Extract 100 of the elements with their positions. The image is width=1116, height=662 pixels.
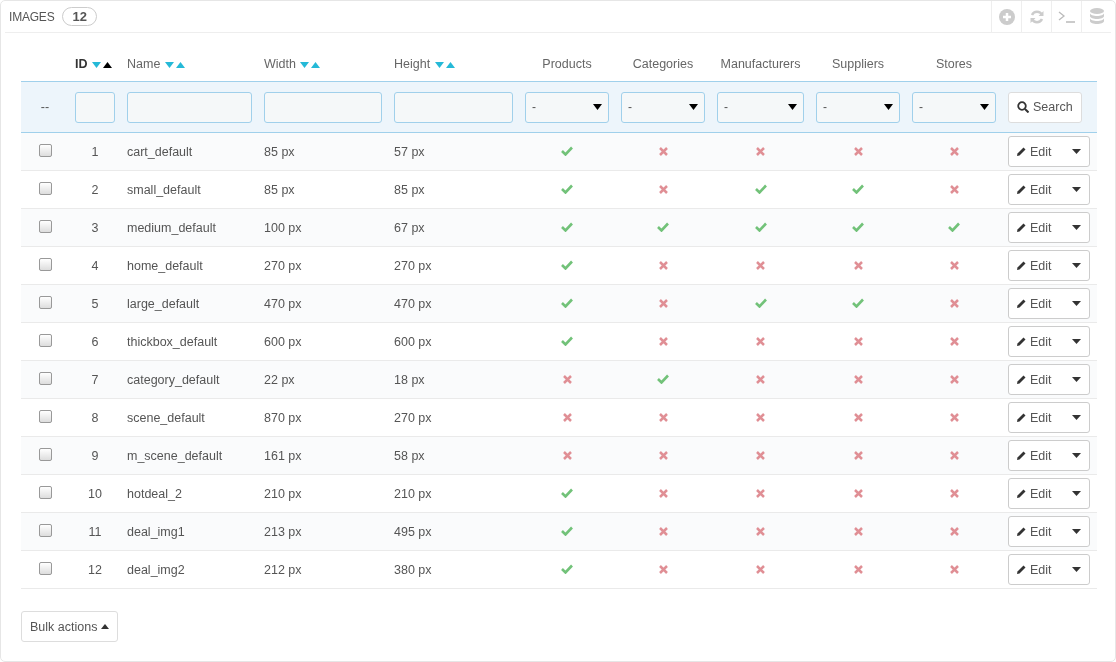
pencil-icon (1016, 450, 1027, 461)
cross-icon (853, 260, 863, 270)
filter-select[interactable]: - (816, 91, 900, 123)
table-cell: 11 (88, 524, 102, 539)
bulk-actions-button[interactable]: Bulk actions (21, 611, 119, 642)
refresh-icon (1028, 8, 1045, 25)
cross-icon (853, 564, 863, 574)
table-cell: 270 px (264, 258, 302, 273)
cross-icon (562, 412, 572, 422)
cross-icon (756, 374, 765, 384)
table-cell: 380 px (394, 562, 432, 577)
table-cell: deal_img1 (127, 524, 185, 539)
row-checkbox[interactable] (38, 295, 52, 309)
caret-icon (1072, 301, 1081, 306)
row-checkbox[interactable] (38, 219, 52, 233)
cross-icon (853, 450, 863, 460)
table-cell: 12 (88, 562, 102, 577)
filter-marker: -- (40, 100, 50, 114)
pencil-icon (1016, 146, 1027, 157)
table-cell: deal_img2 (127, 562, 185, 577)
table-cell: 22 px (264, 372, 295, 387)
search-button[interactable]: Search (1008, 91, 1082, 123)
caret-icon (593, 104, 602, 110)
table-cell: thickbox_default (127, 334, 218, 349)
sort-down-icon[interactable] (300, 61, 310, 68)
check-icon (561, 487, 573, 498)
cross-icon (658, 146, 668, 156)
table-cell: 1 (91, 144, 99, 159)
table-cell: 270 px (394, 410, 432, 425)
table-cell: 57 px (394, 144, 425, 159)
check-icon (948, 221, 960, 232)
caret-icon (1072, 567, 1081, 572)
column-header: Width (264, 56, 296, 71)
check-icon (561, 297, 573, 308)
row-checkbox[interactable] (38, 143, 52, 157)
table-cell: large_default (127, 296, 200, 311)
table-cell: 470 px (264, 296, 302, 311)
row-checkbox[interactable] (38, 561, 52, 575)
table-cell: 5 (91, 296, 99, 311)
table-cell: 3 (91, 220, 99, 235)
filter-input[interactable] (75, 91, 115, 123)
sort-down-icon[interactable] (434, 61, 444, 68)
filter-select[interactable]: - (525, 91, 609, 123)
cross-icon (658, 450, 668, 460)
caret-icon (1072, 415, 1081, 420)
table-cell: hotdeal_2 (127, 486, 182, 501)
table-cell: 85 px (264, 182, 295, 197)
cross-icon (949, 412, 959, 422)
row-checkbox[interactable] (38, 523, 52, 537)
pencil-icon (1016, 374, 1027, 385)
filter-select[interactable]: - (912, 91, 996, 123)
filter-select[interactable]: - (717, 91, 804, 123)
cross-icon (658, 564, 668, 574)
table-cell: 10 (88, 486, 102, 501)
cross-icon (949, 526, 959, 536)
caret-icon (1072, 187, 1081, 192)
table-cell: scene_default (127, 410, 205, 425)
caret-icon (1072, 263, 1081, 268)
table-cell: 495 px (394, 524, 432, 539)
table-cell: category_default (127, 372, 220, 387)
pencil-icon (1016, 336, 1027, 347)
cross-icon (756, 450, 765, 460)
row-checkbox[interactable] (38, 447, 52, 461)
cross-icon (949, 450, 959, 460)
caret-icon (1072, 453, 1081, 458)
search-icon (1017, 101, 1029, 113)
sort-down-icon[interactable] (164, 61, 174, 68)
cross-icon (658, 526, 668, 536)
check-icon (754, 221, 767, 232)
check-icon (754, 183, 767, 194)
caret-icon (1072, 149, 1081, 154)
caret-icon (1072, 339, 1081, 344)
cross-icon (658, 184, 668, 194)
filter-input[interactable] (394, 91, 513, 123)
filter-input[interactable] (127, 91, 252, 123)
filter-input[interactable] (264, 91, 382, 123)
table-cell: 212 px (264, 562, 302, 577)
pencil-icon (1016, 260, 1027, 271)
row-checkbox[interactable] (38, 257, 52, 271)
database-icon (1089, 7, 1104, 26)
table-cell: 85 px (394, 182, 425, 197)
row-checkbox[interactable] (38, 485, 52, 499)
column-header: ID (75, 56, 88, 71)
table-cell: 85 px (264, 144, 295, 159)
row-checkbox[interactable] (38, 181, 52, 195)
table-cell: 870 px (264, 410, 302, 425)
row-checkbox[interactable] (38, 409, 52, 423)
cross-icon (949, 374, 959, 384)
table-cell: 18 px (394, 372, 425, 387)
check-icon (754, 297, 767, 308)
row-checkbox[interactable] (38, 333, 52, 347)
check-icon (657, 221, 669, 232)
sort-up-icon[interactable] (103, 61, 112, 68)
table-cell: 210 px (264, 486, 302, 501)
check-icon (852, 221, 864, 232)
filter-select[interactable]: - (621, 91, 705, 123)
cross-icon (853, 488, 863, 498)
row-checkbox[interactable] (38, 371, 52, 385)
caret-icon (1072, 225, 1081, 230)
cross-icon (756, 564, 765, 574)
